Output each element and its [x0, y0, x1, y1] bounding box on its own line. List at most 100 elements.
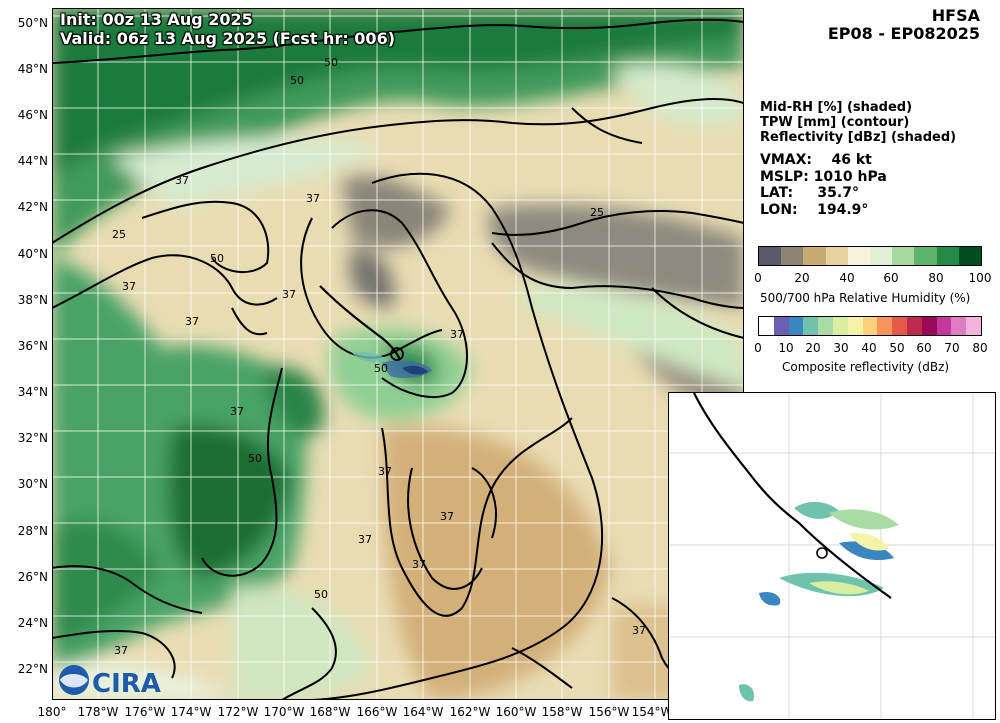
rh-colorbar-segment [803, 247, 826, 265]
rh-colorbar-title: 500/700 hPa Relative Humidity (%) [760, 291, 971, 305]
refl-colorbar-segment [892, 317, 907, 335]
lon-value: LON: 194.9° [760, 202, 869, 218]
map-svg: 50 50 37 25 37 50 37 37 37 37 50 50 37 3… [52, 8, 744, 700]
contour-label: 37 [412, 558, 426, 571]
refl-tick: 50 [889, 341, 905, 355]
contour-label: 50 [314, 588, 328, 601]
contour-label: 37 [632, 624, 646, 637]
refl-colorbar-segment [877, 317, 893, 335]
reflectivity-colorbar [758, 316, 982, 336]
lon-label: 176°W [124, 705, 166, 719]
lon-label: 158°W [541, 705, 583, 719]
lat-label: 36°N [17, 339, 48, 353]
legend-tpw: TPW [mm] (contour) [760, 115, 910, 130]
refl-tick: 20 [805, 341, 821, 355]
legend-reflectivity: Reflectivity [dBz] (shaded) [760, 130, 957, 145]
rh-tick: 80 [928, 271, 944, 285]
refl-colorbar-segment [906, 317, 922, 335]
mslp-value: MSLP: 1010 hPa [760, 169, 887, 185]
inset-reflectivity-map [668, 392, 996, 720]
refl-tick: 0 [754, 341, 762, 355]
contour-label: 37 [440, 510, 454, 523]
valid-time: Valid: 06z 13 Aug 2025 (Fcst hr: 006) [60, 29, 396, 48]
contour-label: 37 [282, 288, 296, 301]
init-time: Init: 00z 13 Aug 2025 [60, 10, 253, 29]
rh-tick: 40 [839, 271, 855, 285]
refl-colorbar-segment [788, 317, 804, 335]
lat-label: 38°N [17, 293, 48, 307]
lon-label: 172°W [217, 705, 259, 719]
refl-tick: 60 [916, 341, 932, 355]
rh-tick: 60 [883, 271, 899, 285]
rh-colorbar-segment [936, 247, 959, 265]
refl-colorbar-segment [803, 317, 819, 335]
contour-label: 37 [185, 315, 199, 328]
lat-label: 22°N [17, 662, 48, 676]
lat-label: 42°N [17, 200, 48, 214]
refl-colorbar-segment [759, 317, 774, 335]
contour-label: 37 [358, 533, 372, 546]
rh-colorbar-segment [892, 247, 915, 265]
lon-label: 160°W [495, 705, 537, 719]
inset-reflectivity-bands [739, 501, 899, 702]
refl-tick: 30 [833, 341, 849, 355]
rh-colorbar-segment [781, 247, 804, 265]
vmax-value: VMAX: 46 kt [760, 152, 872, 168]
lat-label: 48°N [17, 62, 48, 76]
lat-value: LAT: 35.7° [760, 185, 859, 201]
rh-tick: 20 [794, 271, 810, 285]
rh-colorbar-segment [825, 247, 848, 265]
contour-label: 37 [114, 644, 128, 657]
lon-label: 178°W [77, 705, 119, 719]
inset-storm-track [693, 392, 892, 599]
inset-storm-center-icon [816, 547, 828, 559]
contour-label: 37 [175, 174, 189, 187]
lat-label: 46°N [17, 108, 48, 122]
main-map-panel: 50 50 37 25 37 50 37 37 37 37 50 50 37 3… [52, 8, 744, 700]
rh-colorbar-segment [958, 247, 982, 265]
logo-text: CIRA [92, 669, 161, 699]
refl-colorbar-segment [951, 317, 967, 335]
refl-tick: 40 [861, 341, 877, 355]
refl-tick: 80 [972, 341, 988, 355]
lat-label: 34°N [17, 385, 48, 399]
lon-label: 174°W [170, 705, 212, 719]
storm-id: EP08 - EP082025 [827, 24, 980, 43]
contour-label: 50 [248, 452, 262, 465]
lat-label: 40°N [17, 247, 48, 261]
lon-label: 164°W [402, 705, 444, 719]
inset-svg [669, 392, 995, 719]
contour-label: 37 [378, 465, 392, 478]
refl-colorbar-title: Composite reflectivity (dBz) [782, 360, 950, 374]
refl-colorbar-segment [966, 317, 981, 335]
rh-colorbar-segment [847, 247, 871, 265]
lat-label: 50°N [17, 16, 48, 30]
lat-label: 30°N [17, 477, 48, 491]
refl-tick: 10 [778, 341, 794, 355]
rh-colorbar [758, 246, 982, 266]
rh-colorbar-segment [870, 247, 893, 265]
lon-label: 180° [37, 705, 67, 719]
refl-colorbar-segment [832, 317, 848, 335]
lat-label: 28°N [17, 524, 48, 538]
contour-label: 50 [324, 56, 338, 69]
cira-logo: CIRA [59, 665, 161, 699]
contour-label: 37 [450, 328, 464, 341]
contour-label: 50 [210, 252, 224, 265]
refl-colorbar-segment [818, 317, 833, 335]
lon-label: 154°W [631, 705, 673, 719]
contour-label: 25 [112, 228, 126, 241]
contour-label: 50 [290, 74, 304, 87]
legend-rh: Mid-RH [%] (shaded) [760, 100, 913, 115]
contour-label: 50 [374, 362, 388, 375]
lon-label: 168°W [309, 705, 351, 719]
refl-colorbar-segment [862, 317, 878, 335]
rh-tick: 100 [968, 271, 992, 285]
refl-colorbar-segment [936, 317, 952, 335]
refl-colorbar-segment [773, 317, 789, 335]
rh-tick: 0 [754, 271, 762, 285]
contour-label: 37 [230, 405, 244, 418]
lat-label: 44°N [17, 154, 48, 168]
refl-colorbar-segment [847, 317, 863, 335]
refl-colorbar-segment [921, 317, 937, 335]
